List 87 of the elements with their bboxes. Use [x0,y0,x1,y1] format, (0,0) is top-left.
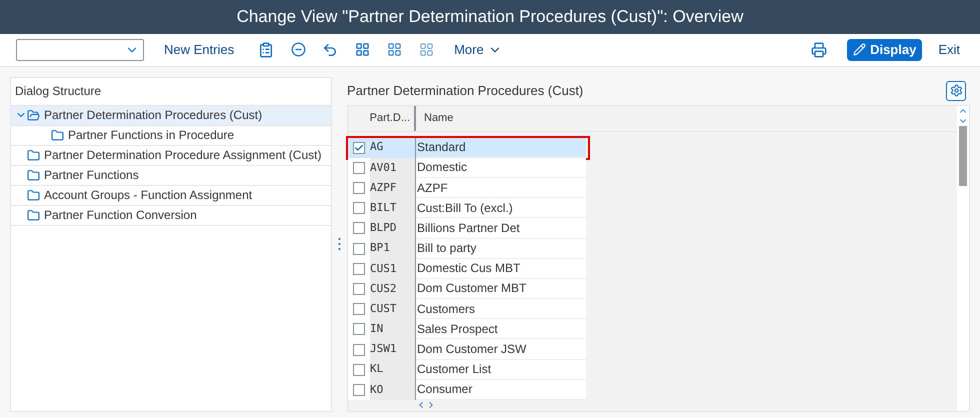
row-checkbox[interactable] [353,364,365,376]
table-row[interactable]: CUS1 Domestic Cus MBT [348,258,588,279]
row-checkbox[interactable] [353,262,365,275]
table-title: Partner Determination Procedures (Cust) [347,82,584,100]
table-cell: BILT [370,198,416,218]
settings-button[interactable] [946,80,966,101]
table-cell: BLPD [370,218,416,238]
row-checkbox[interactable] [353,242,365,255]
folder-icon [27,188,40,202]
table-cell: Billions Partner Det [416,218,586,238]
scrollbar-thumb[interactable] [959,126,967,186]
table-cell: Customer List [416,360,586,380]
row-checkbox[interactable] [353,323,365,336]
table-cell: Cust:Bill To (excl.) [416,198,586,218]
grid-icon [418,42,434,58]
table-cell: KO [370,380,416,400]
row-checkbox[interactable] [353,384,365,396]
row-checkbox[interactable] [353,282,365,295]
folder-icon [27,108,40,122]
splitter-handle-icon[interactable] [338,237,341,252]
table-cell: AG [370,138,416,158]
column-header[interactable]: Name [416,106,586,131]
folder-icon [51,128,64,142]
table-cell: Dom Customer JSW [416,339,586,360]
table-row[interactable]: BLPD Billions Partner Det [348,218,588,238]
folder-icon [27,148,40,162]
tree-item[interactable]: Partner Functions [11,166,331,186]
table-cell: CUST [370,299,416,320]
print-icon [811,42,828,58]
row-checkbox[interactable] [353,202,365,214]
table-cell: Standard [416,138,586,158]
row-checkbox[interactable] [353,162,365,174]
tree-item[interactable]: Partner Determination Procedure Assignment (Cust) [11,146,331,166]
row-checkbox[interactable] [353,222,365,234]
table-cell: CUS2 [370,278,416,300]
minus-circle-icon [290,42,306,58]
table-cell: JSW1 [370,339,416,360]
table-cell: Bill to party [416,238,586,259]
table-row[interactable]: BP1 Bill to party [348,238,588,259]
settings-icon [950,84,962,98]
new-entries-button[interactable]: New Entries [156,40,242,60]
table-cell: Consumer [416,380,586,400]
table-row[interactable]: AV01 Domestic [348,158,588,178]
table-cell: Sales Prospect [416,319,586,340]
display-button[interactable]: Display [847,38,922,61]
table-row[interactable]: AZPF AZPF [348,178,588,198]
table-row[interactable]: BILT Cust:Bill To (excl.) [348,198,588,218]
table-cell: Customers [416,299,586,320]
grid-icon [386,42,402,58]
dropdown-field[interactable] [16,38,144,61]
table-row[interactable]: JSW1 Dom Customer JSW [348,339,588,360]
table-cell: IN [370,319,416,340]
folder-icon [27,168,40,182]
table-cell: BP1 [370,238,416,259]
undo-icon [322,42,338,58]
table-cell: KL [370,360,416,380]
pencil-icon [853,43,866,56]
table-cell: AZPF [416,178,586,198]
row-checkbox[interactable] [353,182,365,194]
tree-item[interactable]: Partner Function Conversion [11,206,331,226]
vertical-scrollbar[interactable] [957,106,969,411]
table-cell: CUS1 [370,258,416,279]
row-checkbox[interactable] [353,344,365,356]
row-checkbox[interactable] [353,142,365,154]
table-cell: Domestic [416,158,586,178]
tree-item[interactable]: Account Groups - Function Assignment [11,186,331,206]
table-row[interactable]: IN Sales Prospect [348,319,588,340]
table-row[interactable]: KL Customer List [348,360,588,380]
table-row[interactable]: CUST Customers [348,299,588,320]
clipboard-icon [258,42,274,58]
panel-title: Dialog Structure [15,83,102,100]
column-header[interactable]: Part.D... [370,106,416,131]
folder-icon [27,208,40,222]
exit-button[interactable]: Exit [934,40,964,60]
more-button[interactable]: More [446,40,510,60]
table-cell: AV01 [370,158,416,178]
window-title: Change View "Partner Determination Procedures (Cust)": Overview [236,6,744,28]
tree-item[interactable]: Partner Functions in Procedure [11,126,331,146]
table-cell: Dom Customer MBT [416,278,586,300]
table-cell: Domestic Cus MBT [416,258,586,279]
row-checkbox[interactable] [353,303,365,316]
table-row[interactable]: KO Consumer [348,380,588,400]
table-cell: AZPF [370,178,416,198]
grid-icon [354,42,370,58]
table-row[interactable]: AG Standard [348,138,588,158]
table-row[interactable]: CUS2 Dom Customer MBT [348,278,588,300]
tree-item[interactable]: Partner Determination Procedures (Cust) [11,106,331,126]
